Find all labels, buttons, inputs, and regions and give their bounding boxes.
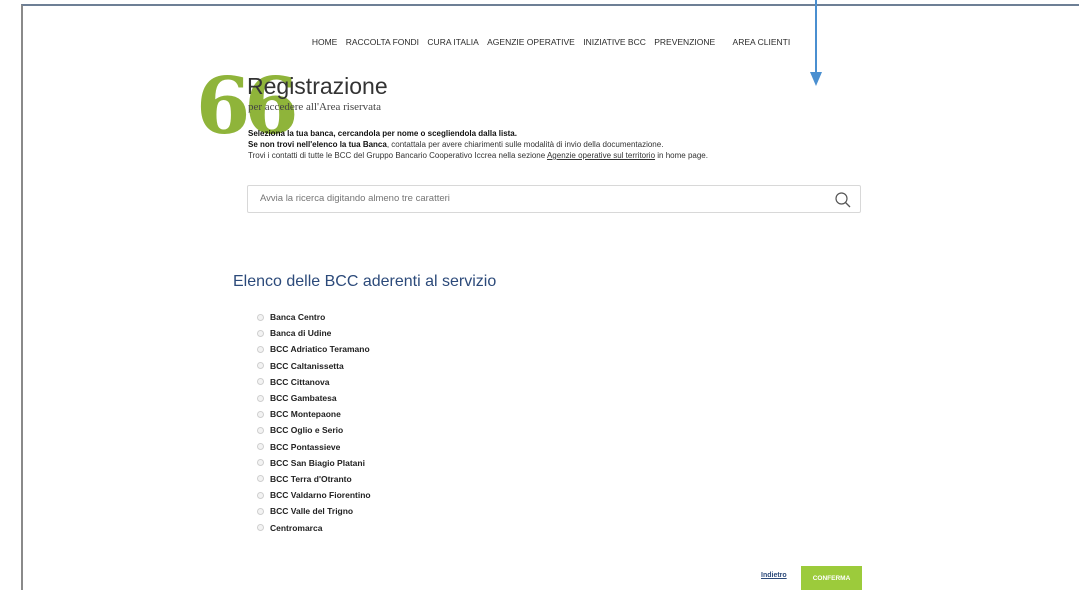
radio-button-icon[interactable]: [257, 524, 264, 532]
radio-button-icon[interactable]: [257, 394, 264, 402]
bank-option[interactable]: BCC Montepaone: [257, 406, 371, 422]
bank-option[interactable]: BCC Cittanova: [257, 374, 371, 390]
intro-line-3-post: in home page.: [655, 151, 708, 160]
bank-option-label: BCC Oglio e Serio: [270, 425, 344, 436]
bank-option-label: BCC Adriatico Teramano: [270, 344, 370, 355]
top-navigation: HOME RACCOLTA FONDI CURA ITALIA AGENZIE …: [23, 37, 1079, 47]
search-icon[interactable]: [834, 191, 852, 209]
intro-text: Seleziona la tua banca, cercandola per n…: [248, 128, 708, 161]
confirm-button[interactable]: CONFERMA: [801, 566, 862, 590]
bank-option[interactable]: BCC Adriatico Teramano: [257, 341, 371, 357]
bank-option[interactable]: BCC Pontassieve: [257, 439, 371, 455]
bank-option[interactable]: BCC San Biagio Platani: [257, 455, 371, 471]
bank-search-box: [247, 185, 861, 213]
bank-option-label: Banca di Udine: [270, 328, 332, 339]
intro-line-2-rest: , contattala per avere chiarimenti sulle…: [386, 140, 664, 149]
bank-option-label: BCC Valle del Trigno: [270, 506, 354, 517]
radio-button-icon[interactable]: [257, 362, 264, 370]
bank-option-label: BCC Gambatesa: [270, 393, 337, 404]
browser-frame: HOME RACCOLTA FONDI CURA ITALIA AGENZIE …: [21, 4, 1079, 590]
bank-option[interactable]: BCC Valle del Trigno: [257, 503, 371, 519]
radio-button-icon[interactable]: [257, 329, 264, 337]
nav-iniziative-bcc[interactable]: INIZIATIVE BCC: [583, 37, 646, 47]
bank-option[interactable]: Banca di Udine: [257, 325, 371, 341]
intro-line-2-bold: Se non trovi nell'elenco la tua Banca: [248, 140, 387, 149]
nav-area-clienti[interactable]: AREA CLIENTI: [733, 37, 791, 47]
bank-option-label: BCC Montepaone: [270, 409, 341, 420]
radio-button-icon[interactable]: [257, 345, 264, 353]
radio-button-icon[interactable]: [257, 426, 264, 434]
bank-option[interactable]: Banca Centro: [257, 309, 371, 325]
bank-option[interactable]: BCC Oglio e Serio: [257, 422, 371, 438]
bank-option-label: BCC Valdarno Fiorentino: [270, 490, 371, 501]
agenzie-operative-link[interactable]: Agenzie operative sul territorio: [547, 151, 655, 160]
nav-prevenzione[interactable]: PREVENZIONE: [654, 37, 715, 47]
bank-option-label: BCC Pontassieve: [270, 441, 341, 452]
bank-option[interactable]: BCC Terra d'Otranto: [257, 471, 371, 487]
radio-button-icon[interactable]: [257, 378, 264, 386]
bank-option-label: Banca Centro: [270, 312, 326, 323]
bank-list-title: Elenco delle BCC aderenti al servizio: [233, 273, 497, 290]
radio-button-icon[interactable]: [257, 491, 264, 499]
nav-agenzie-operative[interactable]: AGENZIE OPERATIVE: [487, 37, 575, 47]
bank-option[interactable]: BCC Caltanissetta: [257, 358, 371, 374]
radio-button-icon[interactable]: [257, 410, 264, 418]
bank-option-label: BCC Cittanova: [270, 376, 330, 387]
radio-button-icon[interactable]: [257, 459, 264, 467]
bank-option-label: Centromarca: [270, 522, 323, 533]
bank-search-input[interactable]: [258, 192, 822, 205]
back-link[interactable]: Indietro: [761, 572, 787, 579]
bank-option-label: BCC Terra d'Otranto: [270, 473, 352, 484]
nav-home[interactable]: HOME: [312, 37, 338, 47]
bank-option[interactable]: BCC Gambatesa: [257, 390, 371, 406]
bank-option[interactable]: Centromarca: [257, 519, 371, 535]
intro-line-3-pre: Trovi i contatti di tutte le BCC del Gru…: [248, 151, 547, 160]
radio-button-icon[interactable]: [257, 475, 264, 483]
radio-button-icon[interactable]: [257, 507, 264, 515]
radio-button-icon[interactable]: [257, 443, 264, 451]
nav-raccolta-fondi[interactable]: RACCOLTA FONDI: [346, 37, 419, 47]
intro-line-1: Seleziona la tua banca, cercandola per n…: [248, 129, 517, 138]
annotation-arrow-icon: [810, 0, 822, 86]
bank-list: Banca Centro Banca di Udine BCC Adriatico …: [257, 309, 371, 536]
bank-option-label: BCC Caltanissetta: [270, 360, 344, 371]
page-title: Registrazione: [247, 73, 388, 99]
nav-cura-italia[interactable]: CURA ITALIA: [427, 37, 478, 47]
radio-button-icon[interactable]: [257, 313, 264, 321]
page-subtitle: per accedere all'Area riservata: [248, 101, 381, 113]
bank-option-label: BCC San Biagio Platani: [270, 457, 365, 468]
bank-option[interactable]: BCC Valdarno Fiorentino: [257, 487, 371, 503]
